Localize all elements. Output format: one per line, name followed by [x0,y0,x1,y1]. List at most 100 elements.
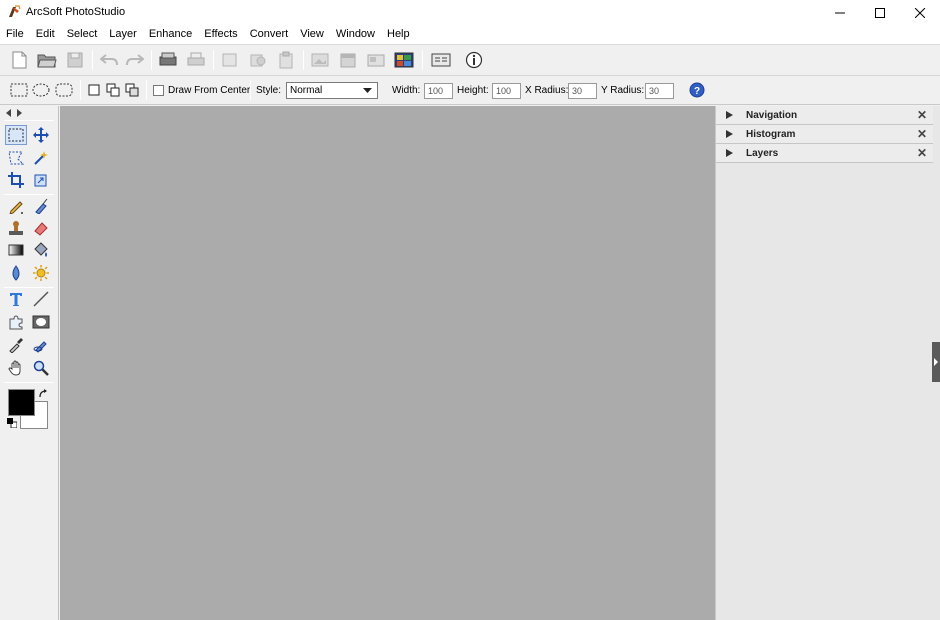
sun-icon [33,265,49,281]
panel-title: Layers [746,148,779,159]
menu-layer[interactable]: Layer [103,25,143,44]
y-radius-label: Y Radius: [601,85,645,96]
image-button[interactable] [309,49,331,71]
minimize-button[interactable] [820,0,860,25]
height-input[interactable]: 100 [492,83,521,99]
card-button[interactable] [365,49,387,71]
paste-button[interactable] [247,49,269,71]
airbrush-icon [35,198,48,214]
crop-tool[interactable] [5,170,27,190]
menu-help[interactable]: Help [381,25,416,44]
scan-button[interactable] [157,49,179,71]
open-button[interactable] [36,49,58,71]
calendar-button[interactable] [337,49,359,71]
close-icon[interactable]: ✕ [917,146,927,160]
zoom-tool[interactable] [30,358,52,378]
rect-marquee-button[interactable] [10,82,28,98]
close-button[interactable] [900,0,940,25]
close-icon[interactable]: ✕ [917,108,927,122]
gradient-tool[interactable] [5,240,27,260]
magic-wand-tool[interactable] [30,148,52,168]
pencil-tool[interactable] [5,196,27,216]
airbrush-tool[interactable] [30,196,52,216]
clipboard-button[interactable] [275,49,297,71]
panel-histogram[interactable]: Histogram ✕ [716,125,933,144]
paint-bucket-tool[interactable] [30,240,52,260]
red-eye-tool[interactable] [30,335,52,355]
move-tool[interactable] [30,125,52,145]
eyedropper-tool[interactable] [5,335,27,355]
menu-effects[interactable]: Effects [198,25,243,44]
swap-colors-icon[interactable] [38,389,48,399]
panel-toggle-button[interactable] [430,49,452,71]
menu-file[interactable]: File [0,25,30,44]
open-icon [37,54,57,68]
rounded-marquee-button[interactable] [55,82,73,98]
subtract-selection-button[interactable] [124,82,140,98]
help-button[interactable]: ? [689,82,705,98]
menu-convert[interactable]: Convert [244,25,295,44]
undo-button[interactable] [98,49,120,71]
text-tool[interactable] [5,289,27,309]
menu-select[interactable]: Select [61,25,104,44]
blur-tool[interactable] [5,263,27,283]
menu-enhance[interactable]: Enhance [143,25,198,44]
ellipse-marquee-button[interactable] [32,82,50,98]
magic-wand-icon [34,151,48,165]
menu-edit[interactable]: Edit [30,25,61,44]
print-button[interactable] [185,49,207,71]
panel-title: Navigation [746,110,798,121]
transform-tool[interactable] [30,170,52,190]
copy-button[interactable] [219,49,241,71]
dodge-tool[interactable] [30,263,52,283]
x-radius-input[interactable]: 30 [568,83,597,99]
close-icon [915,7,925,18]
eraser-tool[interactable] [30,218,52,238]
add-selection-button[interactable] [105,82,121,98]
panel-layers[interactable]: Layers ✕ [716,144,933,163]
options-bar: Draw From Center Style: Normal Width: 10… [0,75,940,105]
redo-icon [126,54,144,66]
new-button[interactable] [8,49,30,71]
shape-tool[interactable] [5,312,27,332]
scan-icon [159,52,177,66]
palette-collapse-icon[interactable] [6,109,22,117]
water-drop-icon [12,265,20,281]
hand-tool[interactable] [5,358,27,378]
pencil-icon [9,201,23,214]
panel-navigation[interactable]: Navigation ✕ [716,106,933,125]
style-select[interactable]: Normal [286,82,378,99]
redo-button[interactable] [124,49,146,71]
rect-marquee-icon [10,83,28,97]
y-radius-input[interactable]: 30 [645,83,674,99]
vignette-icon [32,315,50,329]
menu-view[interactable]: View [294,25,330,44]
draw-from-center-checkbox[interactable] [153,85,164,96]
new-icon [12,51,27,69]
chevron-down-icon [363,88,372,93]
style-label: Style: [256,85,282,96]
close-icon[interactable]: ✕ [917,127,927,141]
new-selection-button[interactable] [86,82,102,98]
default-colors-icon[interactable] [7,418,17,428]
clone-stamp-tool[interactable] [5,218,27,238]
menu-window[interactable]: Window [330,25,381,44]
expand-triangle-icon[interactable] [726,149,733,157]
width-input[interactable]: 100 [424,83,453,99]
rect-select-tool[interactable] [5,125,27,145]
panel-title: Histogram [746,129,796,140]
save-button[interactable] [64,49,86,71]
vignette-tool[interactable] [30,312,52,332]
foreground-color-swatch[interactable] [8,389,35,416]
info-button[interactable] [463,49,485,71]
expand-triangle-icon[interactable] [726,111,733,119]
workspace-canvas[interactable] [60,106,715,620]
maximize-button[interactable] [860,0,900,25]
line-tool[interactable] [30,289,52,309]
tool-separator [4,287,54,288]
lasso-tool[interactable] [5,148,27,168]
slideshow-button[interactable] [393,49,415,71]
paint-bucket-icon [34,242,48,257]
panel-collapse-tab[interactable] [932,342,940,382]
expand-triangle-icon[interactable] [726,130,733,138]
